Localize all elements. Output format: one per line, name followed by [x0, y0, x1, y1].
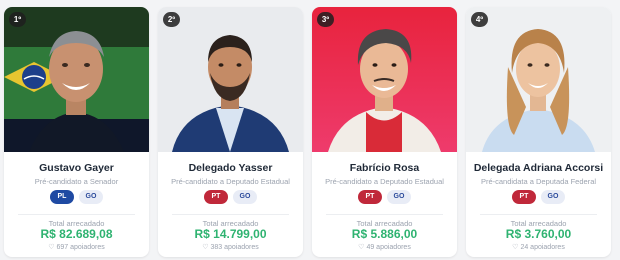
heart-icon: ♡	[48, 244, 55, 251]
total-raised-amount: R$ 82.689,08	[40, 227, 113, 241]
candidate-role: Pré-candidato a Deputado Estadual	[171, 177, 290, 186]
state-tag: GO	[79, 190, 103, 204]
supporters-count: ♡ 24 apoiadores	[466, 243, 611, 251]
heart-icon: ♡	[358, 244, 365, 251]
rank-badge: 2º	[163, 12, 180, 27]
party-tag: PL	[50, 190, 74, 204]
total-raised-amount: R$ 14.799,00	[194, 227, 267, 241]
supporters-count: ♡ 383 apoiadores	[158, 243, 303, 251]
candidate-photo-illustration	[466, 7, 611, 152]
candidate-role: Pré-candidata a Deputada Federal	[480, 177, 597, 186]
candidate-photo-illustration	[312, 7, 457, 152]
state-tag: GO	[541, 190, 565, 204]
candidate-tags: PT GO	[312, 190, 457, 204]
total-raised-amount: R$ 3.760,00	[505, 227, 572, 241]
rank-badge: 4º	[471, 12, 488, 27]
party-tag: PT	[358, 190, 382, 204]
supporters-text: 24 apoiadores	[520, 244, 565, 251]
candidates-ranking-row: 1º Gustavo Gayer Pré-candidato a Senador…	[4, 7, 616, 257]
supporters-text: 383 apoiadores	[210, 244, 259, 251]
candidate-tags: PT GO	[158, 190, 303, 204]
heart-icon: ♡	[512, 244, 519, 251]
candidate-card-2[interactable]: 2º Delegado Yasser Pré-candidato a Deput…	[158, 7, 303, 257]
candidate-card-3[interactable]: 3º Fabrício Rosa Pré-candidato a Deputad…	[312, 7, 457, 257]
candidate-card-1[interactable]: 1º Gustavo Gayer Pré-candidato a Senador…	[4, 7, 149, 257]
heart-icon: ♡	[202, 244, 209, 251]
total-raised-amount: R$ 5.886,00	[351, 227, 418, 241]
state-tag: GO	[387, 190, 411, 204]
candidate-photo-illustration	[158, 7, 303, 152]
state-tag: GO	[233, 190, 257, 204]
supporters-count: ♡ 49 apoiadores	[312, 243, 457, 251]
candidate-tags: PL GO	[4, 190, 149, 204]
candidate-tags: PT GO	[466, 190, 611, 204]
candidate-photo: 1º	[4, 7, 149, 152]
rank-badge: 3º	[317, 12, 334, 27]
divider	[326, 214, 443, 215]
candidate-photo: 3º	[312, 7, 457, 152]
candidate-name[interactable]: Delegada Adriana Accorsi	[466, 162, 611, 174]
candidate-photo: 2º	[158, 7, 303, 152]
divider	[18, 214, 135, 215]
divider	[480, 214, 597, 215]
party-tag: PT	[204, 190, 228, 204]
rank-badge: 1º	[9, 12, 26, 27]
candidate-name[interactable]: Delegado Yasser	[158, 162, 303, 174]
party-tag: PT	[512, 190, 536, 204]
candidate-role: Pré-candidato a Senador	[34, 177, 119, 186]
supporters-text: 697 apoiadores	[56, 244, 105, 251]
candidate-photo-illustration	[4, 7, 149, 152]
candidate-card-4[interactable]: 4º Delegada Adriana Accorsi Pré-candidat…	[466, 7, 611, 257]
candidate-name[interactable]: Gustavo Gayer	[4, 162, 149, 174]
candidate-name[interactable]: Fabrício Rosa	[312, 162, 457, 174]
supporters-count: ♡ 697 apoiadores	[4, 243, 149, 251]
supporters-text: 49 apoiadores	[366, 244, 411, 251]
divider	[172, 214, 289, 215]
candidate-role: Pré-candidato a Deputado Estadual	[325, 177, 444, 186]
candidate-photo: 4º	[466, 7, 611, 152]
